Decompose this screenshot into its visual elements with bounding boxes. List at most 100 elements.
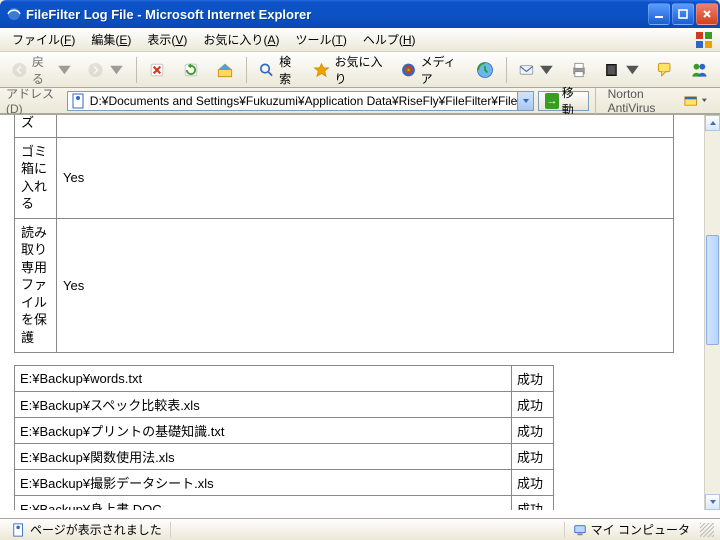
file-icon: [71, 93, 87, 109]
menu-file[interactable]: ファイル(F): [4, 28, 83, 51]
document-viewport: ズ ゴミ箱に入れる Yes 読み取り専用ファイルを保護 Yes E:¥Backu…: [0, 115, 704, 510]
setting-value: [57, 115, 674, 137]
vertical-scrollbar[interactable]: [704, 115, 720, 510]
messenger-button[interactable]: [684, 55, 714, 85]
scroll-up-button[interactable]: [705, 115, 720, 131]
file-path: E:¥Backup¥撮影データシート.xls: [15, 469, 512, 495]
table-row: E:¥Backup¥プリントの基礎知識.txt成功: [15, 417, 554, 443]
computer-icon: [573, 523, 587, 537]
file-path: E:¥Backup¥スペック比較表.xls: [15, 391, 512, 417]
menu-tools[interactable]: ツール(T): [287, 28, 354, 51]
toolbar: 戻る 検索 お気に入り メディア: [0, 52, 720, 88]
table-row: ゴミ箱に入れる Yes: [15, 137, 674, 218]
scroll-thumb[interactable]: [706, 235, 719, 345]
file-status: 成功: [512, 443, 554, 469]
maximize-button[interactable]: [672, 3, 694, 25]
status-text: ページが表示されました: [30, 521, 162, 538]
statusbar: ページが表示されました マイ コンピュータ: [0, 518, 720, 540]
go-button[interactable]: → 移動: [538, 91, 588, 111]
chevron-down-icon: [624, 60, 641, 80]
favorites-button[interactable]: お気に入り: [308, 55, 390, 85]
setting-value: Yes: [57, 137, 674, 218]
file-status: 成功: [512, 391, 554, 417]
status-left: ページが表示されました: [6, 521, 168, 538]
window-title: FileFilter Log File - Microsoft Internet…: [26, 7, 648, 22]
titlebar: FileFilter Log File - Microsoft Internet…: [0, 0, 720, 28]
file-path: E:¥Backup¥プリントの基礎知識.txt: [15, 417, 512, 443]
settings-table: ズ ゴミ箱に入れる Yes 読み取り専用ファイルを保護 Yes: [14, 115, 674, 353]
address-label: アドレス(D): [6, 85, 61, 116]
file-path: E:¥Backup¥関数使用法.xls: [15, 443, 512, 469]
file-path: E:¥Backup¥身上書.DOC: [15, 495, 512, 510]
resize-grip[interactable]: [700, 523, 714, 537]
toolbar-separator: [595, 88, 596, 114]
file-path: E:¥Backup¥words.txt: [15, 365, 512, 391]
menu-edit[interactable]: 編集(E): [83, 28, 139, 51]
table-row: E:¥Backup¥関数使用法.xls成功: [15, 443, 554, 469]
file-status: 成功: [512, 495, 554, 510]
menu-help[interactable]: ヘルプ(H): [355, 28, 424, 51]
table-row: E:¥Backup¥words.txt成功: [15, 365, 554, 391]
overflow-mask: [0, 510, 704, 518]
content-area: ズ ゴミ箱に入れる Yes 読み取り専用ファイルを保護 Yes E:¥Backu…: [0, 114, 720, 518]
back-button[interactable]: 戻る: [6, 55, 78, 85]
chevron-down-icon: [108, 60, 125, 80]
table-row: E:¥Backup¥スペック比較表.xls成功: [15, 391, 554, 417]
table-row: 読み取り専用ファイルを保護 Yes: [15, 218, 674, 352]
media-label: メディア: [421, 53, 461, 87]
address-dropdown[interactable]: [517, 92, 533, 110]
files-table: E:¥Backup¥words.txt成功 E:¥Backup¥スペック比較表.…: [14, 365, 554, 510]
norton-icon: [684, 93, 697, 109]
status-right: マイ コンピュータ: [567, 521, 696, 538]
search-label: 検索: [279, 53, 299, 87]
menu-view[interactable]: 表示(V): [139, 28, 195, 51]
setting-key: 読み取り専用ファイルを保護: [15, 218, 57, 352]
edit-button[interactable]: [598, 55, 646, 85]
toolbar-separator: [246, 57, 247, 83]
table-row: E:¥Backup¥身上書.DOC成功: [15, 495, 554, 510]
table-row: E:¥Backup¥撮影データシート.xls成功: [15, 469, 554, 495]
status-spacer: [170, 522, 565, 538]
stop-button[interactable]: [142, 55, 172, 85]
close-button[interactable]: [696, 3, 718, 25]
setting-key: ズ: [15, 115, 57, 137]
discuss-button[interactable]: [650, 55, 680, 85]
menubar: ファイル(F) 編集(E) 表示(V) お気に入り(A) ツール(T) ヘルプ(…: [0, 28, 720, 52]
address-path: D:¥Documents and Settings¥Fukuzumi¥Appli…: [90, 94, 518, 108]
chevron-down-icon: [56, 60, 73, 80]
media-button[interactable]: メディア: [395, 55, 466, 85]
toolbar-separator: [136, 57, 137, 83]
refresh-button[interactable]: [176, 55, 206, 85]
go-label: 移動: [562, 84, 582, 118]
home-button[interactable]: [210, 55, 240, 85]
address-combo[interactable]: D:¥Documents and Settings¥Fukuzumi¥Appli…: [67, 91, 535, 111]
setting-key: ゴミ箱に入れる: [15, 137, 57, 218]
zone-text: マイ コンピュータ: [591, 521, 690, 538]
scroll-down-button[interactable]: [705, 494, 720, 510]
forward-button[interactable]: [82, 55, 130, 85]
print-button[interactable]: [564, 55, 594, 85]
minimize-button[interactable]: [648, 3, 670, 25]
file-status: 成功: [512, 469, 554, 495]
favorites-label: お気に入り: [334, 53, 385, 87]
window-controls: [648, 3, 718, 25]
chevron-down-icon: [701, 97, 708, 104]
menu-favorites[interactable]: お気に入り(A): [195, 28, 287, 51]
norton-label: Norton AntiVirus: [608, 87, 680, 115]
windows-flag-icon: [694, 30, 714, 50]
chevron-down-icon: [538, 60, 555, 80]
norton-antivirus-button[interactable]: Norton AntiVirus: [602, 87, 714, 115]
setting-value: Yes: [57, 218, 674, 352]
ie-icon: [6, 6, 22, 22]
back-label: 戻る: [32, 53, 52, 87]
table-row: ズ: [15, 115, 674, 137]
address-bar: アドレス(D) D:¥Documents and Settings¥Fukuzu…: [0, 88, 720, 114]
mail-button[interactable]: [513, 55, 561, 85]
page-icon: [12, 523, 26, 537]
toolbar-separator: [506, 57, 507, 83]
file-status: 成功: [512, 365, 554, 391]
file-status: 成功: [512, 417, 554, 443]
history-button[interactable]: [470, 55, 500, 85]
search-button[interactable]: 検索: [253, 55, 304, 85]
go-icon: →: [545, 93, 558, 109]
